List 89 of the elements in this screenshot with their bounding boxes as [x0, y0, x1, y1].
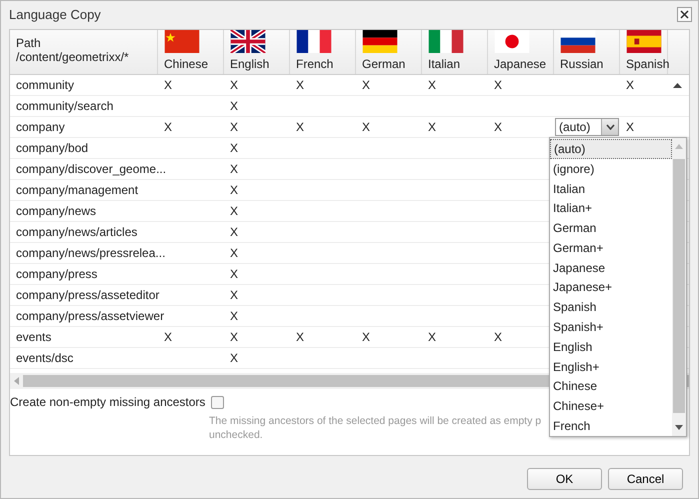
- dropdown-option[interactable]: Chinese: [550, 376, 672, 396]
- table-cell: X: [230, 183, 238, 197]
- caret-icon: [606, 124, 614, 130]
- scrollbar[interactable]: [672, 138, 686, 436]
- table-cell: X: [296, 330, 304, 344]
- checkbox-label: Create non-empty missing ancestors: [10, 395, 206, 409]
- dropdown-option[interactable]: Italian+: [550, 198, 672, 218]
- table-cell: X: [494, 330, 502, 344]
- table-cell: X: [428, 78, 436, 92]
- dropdown-option[interactable]: English+: [550, 356, 672, 377]
- table-cell: X: [362, 78, 370, 92]
- table-cell: X: [626, 120, 634, 134]
- table-cell: X: [296, 120, 304, 134]
- column-header: Path: [16, 36, 41, 50]
- scroll-down-icon: [675, 425, 683, 430]
- table-cell: X: [230, 78, 238, 92]
- path-cell: company/management: [16, 183, 138, 197]
- column-header[interactable]: Chinese: [164, 57, 223, 71]
- table-cell: X: [230, 99, 238, 113]
- dialog-button[interactable]: OK: [527, 468, 602, 490]
- dropdown-option[interactable]: German: [550, 218, 672, 238]
- table-cell: X: [230, 330, 238, 344]
- dialog-button[interactable]: Cancel: [608, 468, 683, 490]
- china-flag-icon: [164, 30, 200, 53]
- table-cell: X: [230, 141, 238, 155]
- table-cell: X: [494, 120, 502, 134]
- column-header[interactable]: Spanish: [626, 57, 667, 71]
- close-button[interactable]: [677, 6, 692, 22]
- dropdown-option[interactable]: Japanese: [550, 258, 672, 278]
- table-cell: X: [230, 225, 238, 239]
- column-header[interactable]: Italian: [428, 57, 487, 71]
- table-cell: X: [230, 204, 238, 218]
- path-cell: company/news/articles: [16, 225, 138, 239]
- germany-flag-icon: [362, 30, 398, 53]
- path-cell: company/press: [16, 267, 98, 281]
- table-cell: X: [230, 309, 238, 323]
- path-cell: events: [16, 330, 52, 344]
- window-title: Language Copy: [9, 6, 101, 22]
- checkbox[interactable]: [211, 396, 224, 408]
- dropdown-option[interactable]: German+: [550, 238, 672, 258]
- help-text: unchecked.: [209, 429, 263, 441]
- table-cell: X: [296, 78, 304, 92]
- spain-flag-icon: [626, 30, 662, 53]
- table-cell: X: [164, 330, 172, 344]
- column-header[interactable]: Russian: [560, 57, 619, 71]
- table-cell: X: [230, 120, 238, 134]
- dropdown-option[interactable]: French: [550, 416, 672, 436]
- dropdown-option[interactable]: Spanish: [550, 297, 672, 318]
- path-cell: company/news/pressrelea...: [16, 246, 166, 260]
- dropdown-option[interactable]: Italian: [550, 178, 672, 198]
- column-header[interactable]: German: [362, 57, 421, 71]
- table-cell: X: [164, 78, 172, 92]
- table-cell: X: [164, 120, 172, 134]
- close-icon: [680, 10, 689, 18]
- path-cell: events/dsc: [16, 351, 74, 365]
- path-cell: company/discover_geome...: [16, 162, 166, 176]
- column-header: /content/geometrixx/*: [16, 50, 129, 64]
- path-cell: company/news: [16, 204, 96, 218]
- dropdown-option[interactable]: English: [550, 336, 672, 357]
- dropdown-option[interactable]: Spanish+: [550, 317, 672, 337]
- path-cell: community/search: [16, 99, 114, 113]
- table-cell: X: [428, 120, 436, 134]
- path-cell: company/press/asseteditor: [16, 288, 160, 302]
- dropdown-option[interactable]: (auto): [550, 139, 672, 159]
- table-cell: X: [230, 351, 238, 365]
- path-cell: company/press/assetviewer: [16, 309, 164, 323]
- scroll-up-icon: [675, 144, 683, 149]
- language-dropdown[interactable]: (auto): [555, 118, 619, 136]
- path-cell: community: [16, 78, 74, 92]
- table-cell: X: [362, 330, 370, 344]
- table-cell: X: [362, 120, 370, 134]
- table-cell: X: [230, 246, 238, 260]
- column-header[interactable]: French: [296, 57, 355, 71]
- table-cell: X: [626, 78, 634, 92]
- help-text: The missing ancestors of the selected pages will be created as empty p: [209, 415, 542, 427]
- column-header[interactable]: Japanese: [494, 57, 553, 71]
- path-cell: company/bod: [16, 141, 88, 155]
- scroll-left-icon[interactable]: [14, 377, 19, 385]
- path-cell: company: [16, 120, 65, 134]
- table-cell: X: [230, 288, 238, 302]
- dropdown-option[interactable]: (ignore): [550, 158, 672, 179]
- table-cell: X: [230, 162, 238, 176]
- table-cell: X: [230, 267, 238, 281]
- scroll-up-icon[interactable]: [672, 83, 682, 88]
- dropdown-option[interactable]: Chinese+: [550, 396, 672, 416]
- dropdown-option[interactable]: Japanese+: [550, 278, 672, 298]
- table-cell: X: [428, 330, 436, 344]
- table-cell: X: [494, 78, 502, 92]
- column-header[interactable]: English: [230, 57, 289, 71]
